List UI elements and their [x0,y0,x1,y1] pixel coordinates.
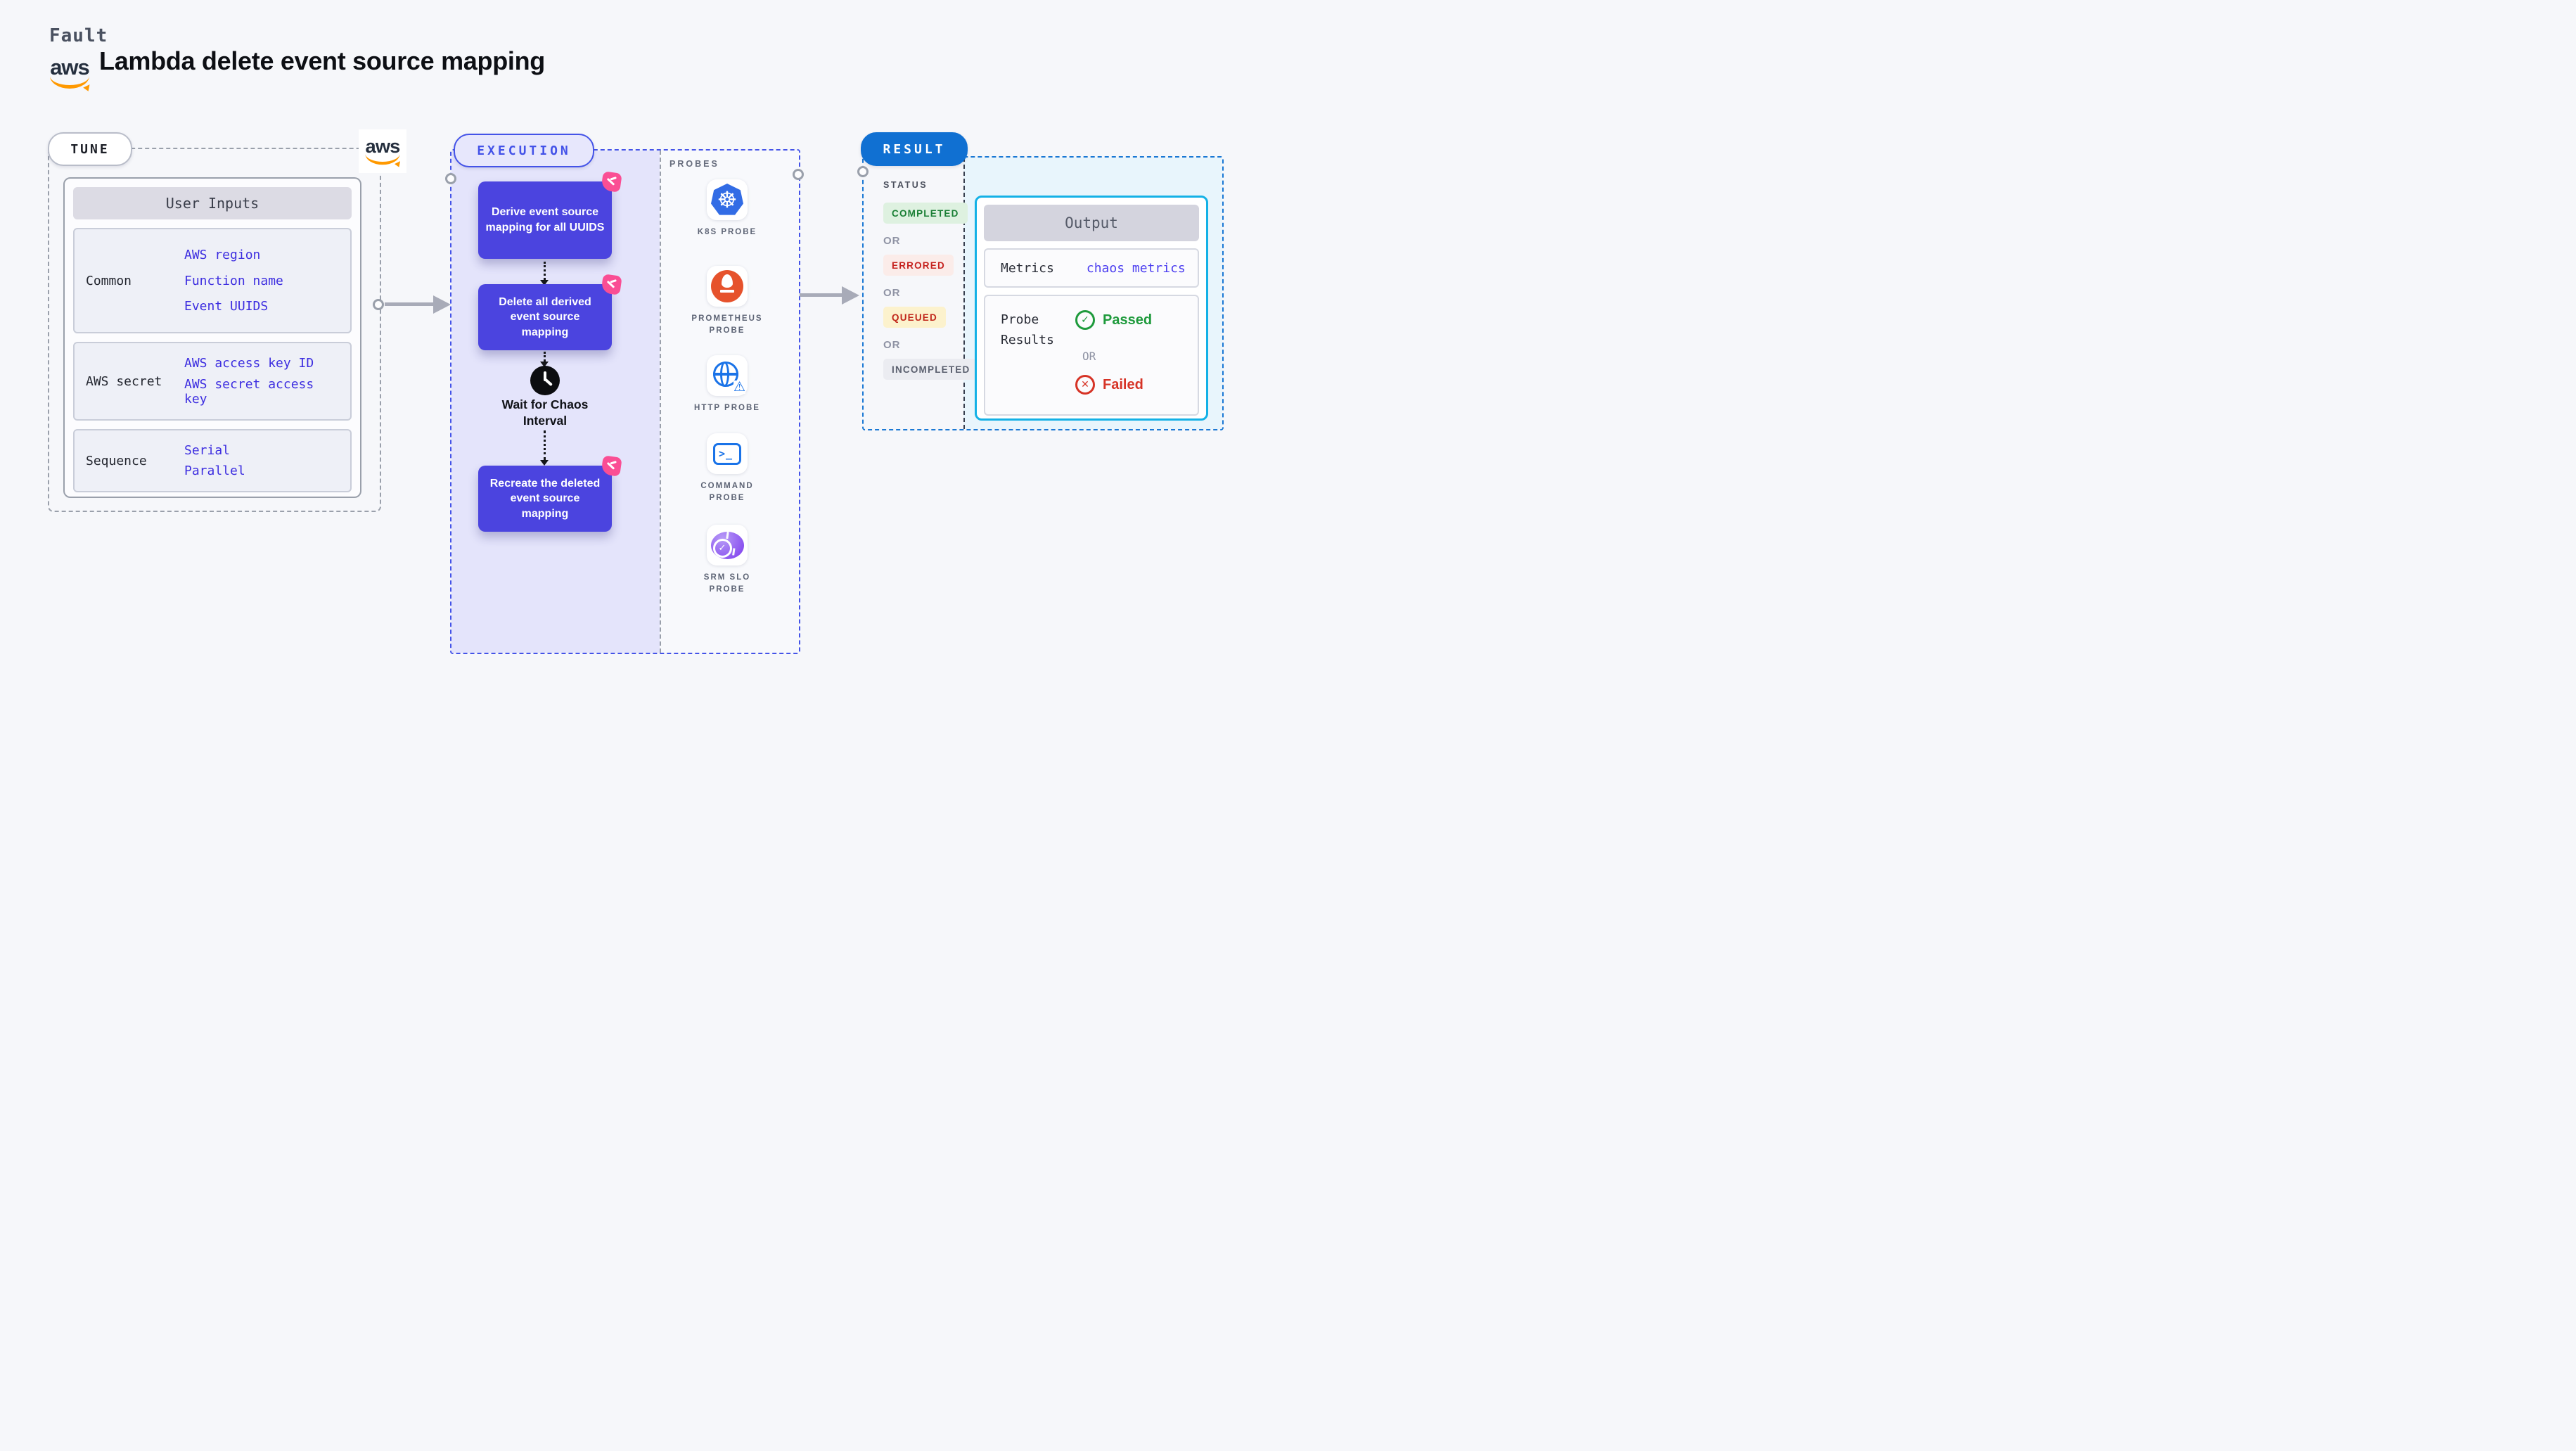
or-separator: OR [883,287,901,299]
aws-logo: aws [48,56,91,89]
result-badge: RESULT [861,132,968,166]
fault-kicker: Fault [49,25,108,46]
step-recreate-event-source-mapping: Recreate the deleted event source mappin… [478,455,622,532]
probe-results-label: Probe Results [1001,312,1054,347]
row-label: AWS secret [86,373,162,389]
probe-label: K8S PROBE [697,228,757,236]
row-label: Common [86,273,132,288]
probe-srm-slo: SRM SLO PROBE [669,525,785,595]
aws-swoosh-icon [50,75,89,89]
output-box: Output Metrics chaos metrics Probe Resul… [975,196,1208,421]
connector-port [445,173,456,184]
connector-port [793,169,804,180]
diagram-canvas: Fault aws Lambda delete event source map… [0,0,1288,726]
status-title: STATUS [883,180,928,190]
flow-connector [544,262,546,280]
or-separator: OR [883,339,901,351]
arrow-tune-to-execution [385,302,433,306]
clock-icon [530,366,560,395]
probe-result-failed: ✕ Failed [1075,375,1143,395]
arrow-head [842,286,859,305]
step-text: Derive event source mapping for all UUID… [485,206,605,234]
probe-http: ⚠ HTTP PROBE [669,355,785,414]
probe-prometheus: PROMETHEUS PROBE [669,266,785,336]
link-aws-secret-access-key[interactable]: AWS secret access key [184,377,314,407]
probe-card: ☸ [707,179,748,220]
probe-k8s: ☸ K8S PROBE [669,179,785,238]
connector-port [373,299,384,310]
probe-results-row: Probe Results ✓ Passed OR ✕ Failed [984,295,1199,416]
connector-port [857,166,869,177]
failed-label: Failed [1103,376,1143,392]
kubernetes-icon: ☸ [711,184,743,215]
arrow-execution-to-result [800,293,842,297]
step-text: Delete all derived event source mapping [499,295,591,338]
status-badge-completed: COMPLETED [883,203,968,224]
check-circle-icon: ✓ [1075,310,1095,330]
arrow-head [433,295,451,314]
step-text: Recreate the deleted event source mappin… [489,477,601,520]
step-delete-event-source-mapping: Delete all derived event source mapping [478,274,622,350]
probe-card [707,525,748,565]
tune-badge: TUNE [48,132,132,166]
page-title: Lambda delete event source mapping [99,46,545,75]
probe-card [707,266,748,307]
flow-connector [544,352,546,362]
user-inputs-card: User Inputs Common AWS region Function n… [63,177,361,498]
probe-label: PROMETHEUS PROBE [691,314,763,335]
aws-logo-tune-corner: aws [359,129,406,173]
link-event-uuids[interactable]: Event UUIDS [184,299,268,314]
probes-title: PROBES [669,159,719,169]
warning-icon: ⚠ [733,379,745,395]
probe-result-passed: ✓ Passed [1075,310,1152,330]
link-serial[interactable]: Serial [184,443,230,458]
chaos-flag-icon [601,171,622,193]
or-separator: OR [883,235,901,247]
srm-slo-icon [710,531,744,559]
probe-label: COMMAND PROBE [700,482,754,502]
chaos-metrics-link[interactable]: chaos metrics [1087,261,1186,276]
user-input-row-common: Common AWS region Function name Event UU… [73,228,352,333]
flow-connector-arrowhead [540,460,549,466]
link-function-name[interactable]: Function name [184,274,283,288]
step-derive-event-source-mapping: Derive event source mapping for all UUID… [478,171,622,259]
user-input-row-aws-secret: AWS secret AWS access key ID AWS secret … [73,342,352,421]
execution-badge: EXECUTION [454,134,594,167]
or-separator: OR [1082,350,1096,363]
wait-for-chaos-interval-label: Wait for Chaos Interval [501,397,589,428]
status-badge-incompleted: INCOMPLETED [883,359,979,380]
link-aws-access-key-id[interactable]: AWS access key ID [184,356,314,371]
probe-label: HTTP PROBE [694,404,760,412]
chaos-flag-icon [601,274,622,295]
aws-swoosh-icon [365,153,400,165]
passed-label: Passed [1103,312,1153,328]
status-badge-errored: ERRORED [883,255,954,276]
row-label: Sequence [86,453,147,468]
user-input-row-sequence: Sequence Serial Parallel [73,429,352,492]
chaos-flag-icon [601,455,622,477]
probe-card: >_ [707,433,748,474]
prometheus-icon [711,270,743,302]
metrics-row: Metrics chaos metrics [984,248,1199,288]
link-parallel[interactable]: Parallel [184,464,245,478]
status-badge-queued: QUEUED [883,307,946,328]
probe-command: >_ COMMAND PROBE [669,433,785,504]
link-aws-region[interactable]: AWS region [184,248,260,262]
probe-label: SRM SLO PROBE [703,573,751,594]
http-globe-icon: ⚠ [712,360,745,395]
x-circle-icon: ✕ [1075,375,1095,395]
flow-connector [544,430,546,460]
terminal-icon: >_ [713,442,741,465]
user-inputs-header: User Inputs [73,187,352,219]
probe-card: ⚠ [707,355,748,396]
metrics-label: Metrics [1001,260,1054,276]
output-header: Output [984,205,1199,241]
